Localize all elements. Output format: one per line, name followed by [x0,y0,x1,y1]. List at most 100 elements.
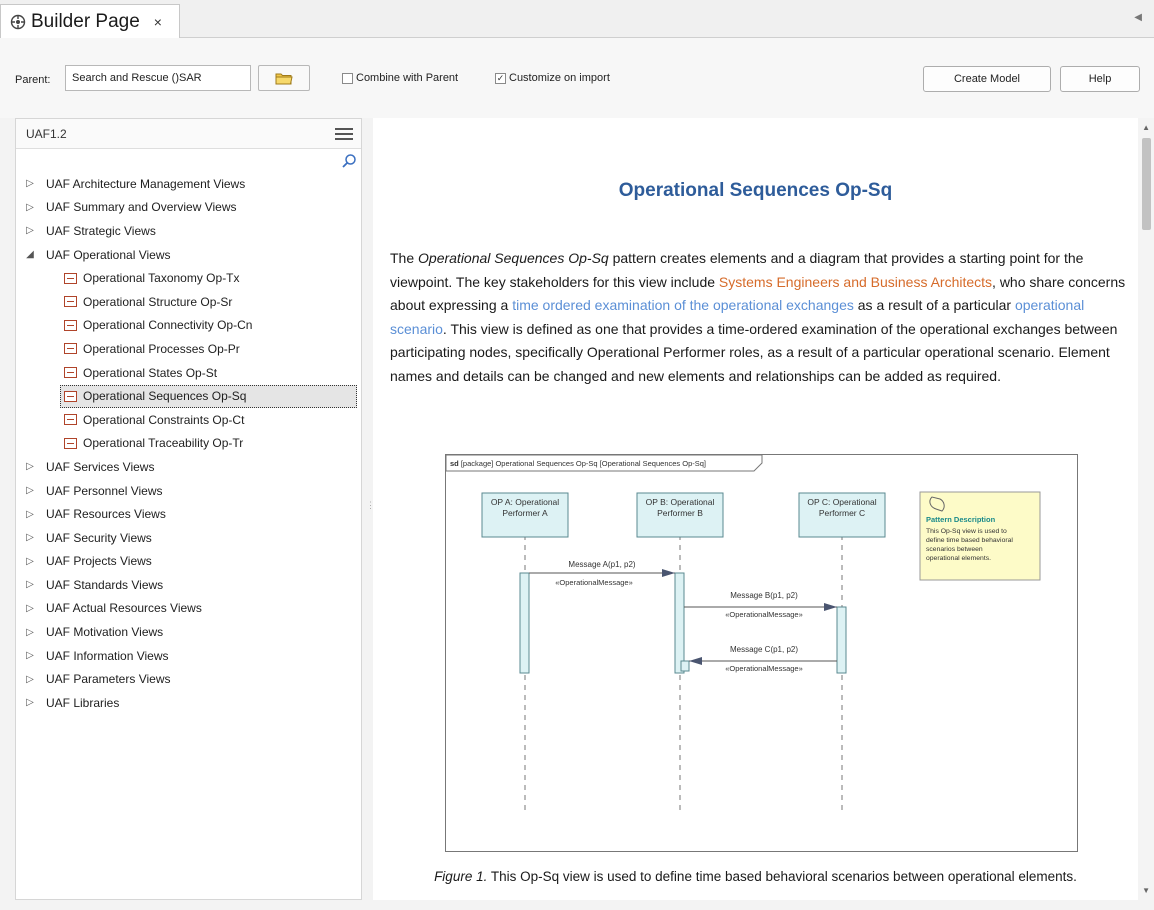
tree-item-category[interactable]: ▷ UAF Summary and Overview Views [16,196,361,220]
collapsed-arrow-icon[interactable]: ▷ [24,603,36,614]
combine-label: Combine with Parent [356,72,459,84]
collapsed-arrow-icon[interactable]: ▷ [24,674,36,685]
builder-icon [9,13,27,31]
tree-item-pattern[interactable]: Operational Structure Op-Sr [16,290,361,314]
collapsed-arrow-icon[interactable]: ▷ [24,461,36,472]
tab-scroll-left-icon[interactable]: ◀ [1134,12,1142,23]
tree-item-category[interactable]: ▷ UAF Resources Views [16,502,361,526]
tree-item-label: Operational States Op-St [83,365,218,380]
svg-text:OP B: Operational: OP B: Operational [646,497,715,507]
help-button[interactable]: Help [1060,66,1140,92]
parent-input[interactable] [65,65,251,91]
folder-icon [275,73,293,85]
message-b[interactable]: Message B(p1, p2) «OperationalMessage» [684,591,837,619]
tab-title: Builder Page [31,10,140,32]
expanded-arrow-icon[interactable]: ◢ [24,249,36,260]
concern-link[interactable]: time ordered examination of the operatio… [512,297,854,313]
collapsed-arrow-icon[interactable]: ▷ [24,178,36,189]
scroll-down-icon[interactable]: ▼ [1142,886,1150,895]
tree-item-category[interactable]: ◢ UAF Operational Views [16,243,361,267]
parent-label: Parent: [15,74,51,86]
diagram-pattern-icon [64,343,77,355]
lifeline-c[interactable]: OP C: Operational Performer C [798,492,886,815]
builder-page-window: Builder Page × ◀ Parent: Combine with Pa… [0,0,1154,910]
message-a[interactable]: Message A(p1, p2) «OperationalMessage» [529,560,675,587]
svg-text:Performer B: Performer B [657,508,703,518]
tree-item-category[interactable]: ▷ UAF Information Views [16,644,361,668]
tab-close-button[interactable]: × [154,14,162,30]
collapsed-arrow-icon[interactable]: ▷ [24,697,36,708]
customize-on-import-checkbox[interactable]: ✓ Customize on import [495,72,610,84]
tree-item-label: Operational Constraints Op-Ct [83,412,245,427]
tree-item-label: UAF Personnel Views [46,483,163,498]
tree-item-label: UAF Resources Views [46,507,166,522]
tree-item-label: UAF Standards Views [46,577,164,592]
customize-label: Customize on import [509,72,610,84]
svg-text:OP C: Operational: OP C: Operational [807,497,876,507]
tree-item-pattern[interactable]: Operational Constraints Op-Ct [16,408,361,432]
sequence-diagram: sd [package] Operational Sequences Op-Sq… [445,454,1078,852]
tree-item-category[interactable]: ▷ UAF Parameters Views [16,667,361,691]
collapsed-arrow-icon[interactable]: ▷ [24,556,36,567]
svg-text:OP A: Operational: OP A: Operational [491,497,559,507]
tree-item-label: UAF Architecture Management Views [46,176,246,191]
stakeholders-link[interactable]: Systems Engineers and Business Architect… [719,274,992,290]
tree-item-category[interactable]: ▷ UAF Motivation Views [16,620,361,644]
figure-caption: Figure 1. This Op-Sq view is used to def… [373,869,1138,884]
collapsed-arrow-icon[interactable]: ▷ [24,532,36,543]
tree-item-category[interactable]: ▷ UAF Security Views [16,526,361,550]
tree-item-pattern[interactable]: Operational Processes Op-Pr [16,337,361,361]
tab-builder-page[interactable]: Builder Page × [0,4,180,38]
tree-item-pattern[interactable]: Operational Sequences Op-Sq [16,384,361,408]
create-model-button[interactable]: Create Model [923,66,1051,92]
scrollbar-thumb[interactable] [1142,138,1151,230]
collapsed-arrow-icon[interactable]: ▷ [24,202,36,213]
tree-item-pattern[interactable]: Operational Traceability Op-Tr [16,432,361,456]
tree-item-category[interactable]: ▷ UAF Projects Views [16,550,361,574]
tree-item-pattern[interactable]: Operational Connectivity Op-Cn [16,314,361,338]
search-icon[interactable] [341,153,357,169]
tree-item-label: UAF Security Views [46,530,152,545]
tree-item-label: UAF Projects Views [46,554,152,569]
svg-text:Performer A: Performer A [502,508,548,518]
collapsed-arrow-icon[interactable]: ▷ [24,509,36,520]
collapsed-arrow-icon[interactable]: ▷ [24,485,36,496]
tree-item-category[interactable]: ▷ UAF Architecture Management Views [16,172,361,196]
pattern-tree-panel: UAF1.2 ▷ UAF Architecture Management View… [15,118,362,900]
hamburger-menu-icon[interactable] [335,128,353,140]
tree-item-category[interactable]: ▷ UAF Actual Resources Views [16,597,361,621]
message-c[interactable]: Message C(p1, p2) «OperationalMessage» [689,645,837,673]
tree-item-label: Operational Connectivity Op-Cn [83,318,253,333]
tree-item-label: UAF Libraries [46,695,120,710]
scroll-up-icon[interactable]: ▲ [1142,123,1150,132]
tree-item-label: UAF Motivation Views [46,625,164,640]
collapsed-arrow-icon[interactable]: ▷ [24,225,36,236]
tree-item-category[interactable]: ▷ UAF Strategic Views [16,219,361,243]
tree-item-category[interactable]: ▷ UAF Standards Views [16,573,361,597]
tree-item-category[interactable]: ▷ UAF Services Views [16,455,361,479]
tree-item-label: Operational Processes Op-Pr [83,341,240,356]
tree-view: ▷ UAF Architecture Management Views ▷ UAF S… [16,172,361,715]
diagram-pattern-icon [64,367,77,379]
browse-folder-button[interactable] [258,65,310,91]
collapsed-arrow-icon[interactable]: ▷ [24,627,36,638]
combine-with-parent-checkbox[interactable]: Combine with Parent [342,72,458,84]
caption-text: This Op-Sq view is used to define time b… [487,869,1077,884]
pattern-description-note[interactable]: Pattern Description This Op-Sq view is u… [919,491,1041,581]
tree-item-pattern[interactable]: Operational Taxonomy Op-Tx [16,266,361,290]
lifeline-b[interactable]: OP B: Operational Performer B [636,492,724,815]
tab-bar: Builder Page × ◀ [0,0,1154,38]
combine-checkbox-box[interactable] [342,72,353,84]
svg-text:sd [package] Operational Seque: sd [package] Operational Sequences Op-Sq… [450,459,706,468]
lifeline-a[interactable]: OP A: Operational Performer B Performer … [481,492,569,815]
collapsed-arrow-icon[interactable]: ▷ [24,650,36,661]
tree-header-title: UAF1.2 [26,126,67,141]
tree-item-category[interactable]: ▷ UAF Personnel Views [16,479,361,503]
collapsed-arrow-icon[interactable]: ▷ [24,579,36,590]
customize-checkbox-box[interactable]: ✓ [495,72,506,84]
svg-text:This Op-Sq view is used to: This Op-Sq view is used to [926,528,1007,535]
tree-item-pattern[interactable]: Operational States Op-St [16,361,361,385]
tree-item-category[interactable]: ▷ UAF Libraries [16,691,361,715]
content-scrollbar[interactable]: ▲ ▼ [1138,118,1154,900]
tree-item-label: UAF Services Views [46,459,155,474]
